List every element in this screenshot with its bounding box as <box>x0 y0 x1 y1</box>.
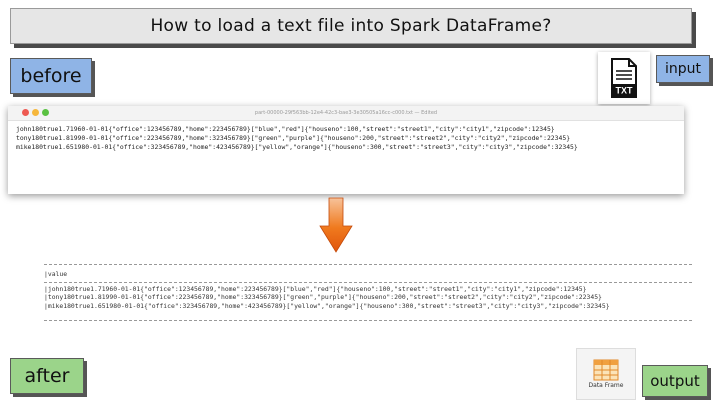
editor-content[interactable]: john180true1.71960-01-01{"office":123456… <box>8 121 684 152</box>
txt-file-icon: TXT <box>598 52 650 104</box>
down-arrow-icon <box>319 197 353 253</box>
file-line: mike180true1.651980-01-01{"office":32345… <box>16 143 578 151</box>
before-label: before <box>10 58 92 94</box>
text-editor-window: part-00000-29f563bb-12e4-42c3-bae3-3e305… <box>8 106 684 194</box>
divider <box>44 281 692 283</box>
close-window-button[interactable] <box>22 109 29 116</box>
spark-dataframe-icon: Data Frame <box>576 348 636 400</box>
input-label: input <box>656 55 710 83</box>
zoom-window-button[interactable] <box>42 109 49 116</box>
dataframe-icon-label: Data Frame <box>588 382 624 389</box>
after-label: after <box>10 358 84 394</box>
output-label: output <box>642 365 708 397</box>
minimize-window-button[interactable] <box>32 109 39 116</box>
file-line: john180true1.71960-01-01{"office":123456… <box>16 125 555 133</box>
editor-titlebar: part-00000-29f563bb-12e4-42c3-bae3-3e305… <box>8 106 684 121</box>
slide-title: How to load a text file into Spark DataF… <box>150 16 552 36</box>
title-banner: How to load a text file into Spark DataF… <box>10 8 692 44</box>
table-row: |tony180true1.81990-01-01{"office":22345… <box>44 293 602 302</box>
txt-icon-text: TXT <box>616 86 634 96</box>
dataframe-show-output: |value |john180true1.71960-01-01{"office… <box>44 264 692 321</box>
column-header: |value <box>44 270 68 278</box>
table-row: |mike180true1.651980-01-01{"office":3234… <box>44 301 610 310</box>
file-line: tony180true1.81990-01-01{"office":223456… <box>16 134 571 142</box>
table-row: |john180true1.71960-01-01{"office":12345… <box>44 284 587 293</box>
editor-filename: part-00000-29f563bb-12e4-42c3-bae3-3e305… <box>254 110 438 116</box>
